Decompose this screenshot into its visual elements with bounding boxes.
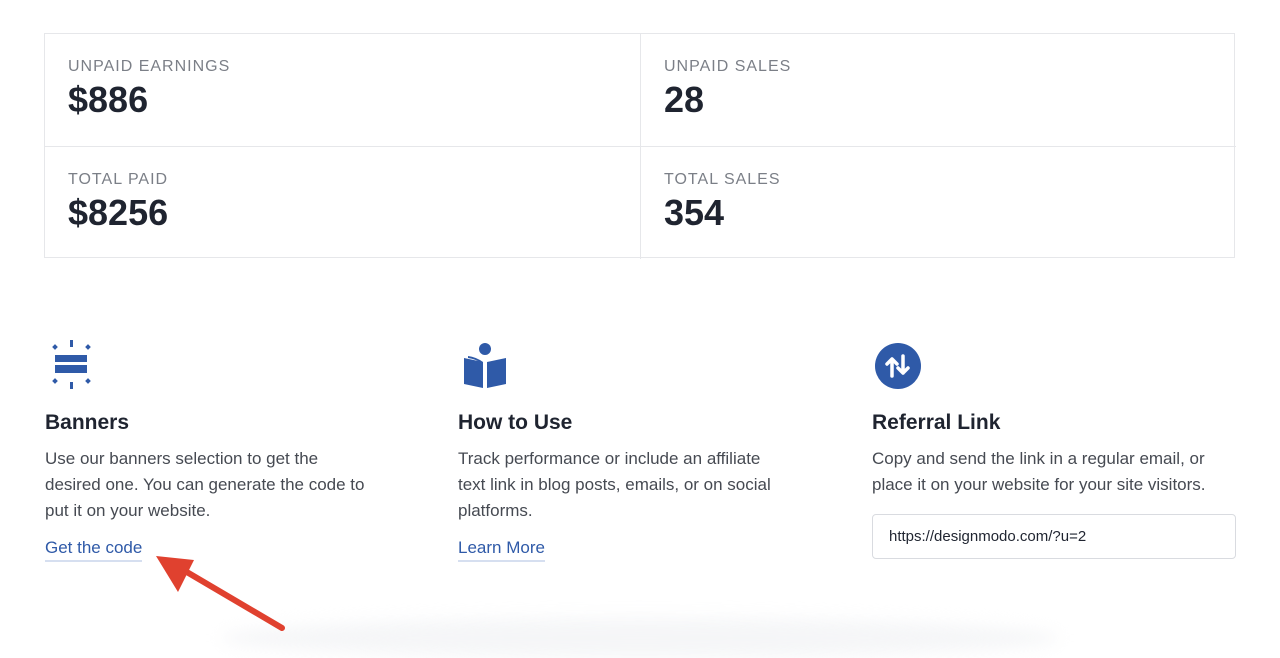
stat-label: UNPAID SALES: [664, 58, 792, 75]
bottom-shadow: [220, 618, 1060, 658]
stat-value: 28: [664, 79, 705, 120]
feature-title: How to Use: [458, 411, 573, 434]
book-reader-icon: [458, 340, 788, 390]
stat-unpaid-sales: UNPAID SALES 28: [641, 34, 1236, 147]
stat-total-sales: TOTAL SALES 354: [641, 147, 1236, 259]
get-the-code-link[interactable]: Get the code: [45, 537, 143, 562]
stat-label: UNPAID EARNINGS: [68, 58, 231, 75]
feature-banners: Banners Use our banners selection to get…: [45, 340, 375, 562]
stat-value: $8256: [68, 192, 169, 233]
banner-icon: [45, 340, 375, 390]
stat-value: 354: [664, 192, 725, 233]
referral-link-input[interactable]: [872, 514, 1236, 559]
learn-more-link[interactable]: Learn More: [458, 537, 545, 562]
feature-description: Track performance or include an affiliat…: [458, 449, 771, 520]
stat-label: TOTAL SALES: [664, 171, 781, 188]
feature-description: Copy and send the link in a regular emai…: [872, 449, 1206, 494]
feature-how-to-use: How to Use Track performance or include …: [458, 340, 788, 562]
feature-title: Banners: [45, 411, 130, 434]
feature-description: Use our banners selection to get the des…: [45, 449, 365, 520]
swap-arrows-icon: [872, 340, 1237, 390]
stat-unpaid-earnings: UNPAID EARNINGS $886: [45, 34, 641, 147]
feature-referral-link: Referral Link Copy and send the link in …: [872, 340, 1237, 559]
stat-value: $886: [68, 79, 149, 120]
stat-total-paid: TOTAL PAID $8256: [45, 147, 641, 259]
stats-panel: UNPAID EARNINGS $886 UNPAID SALES 28 TOT…: [44, 33, 1236, 259]
annotation-arrow-icon: [156, 556, 285, 631]
stat-label: TOTAL PAID: [68, 171, 169, 188]
feature-title: Referral Link: [872, 411, 1001, 434]
